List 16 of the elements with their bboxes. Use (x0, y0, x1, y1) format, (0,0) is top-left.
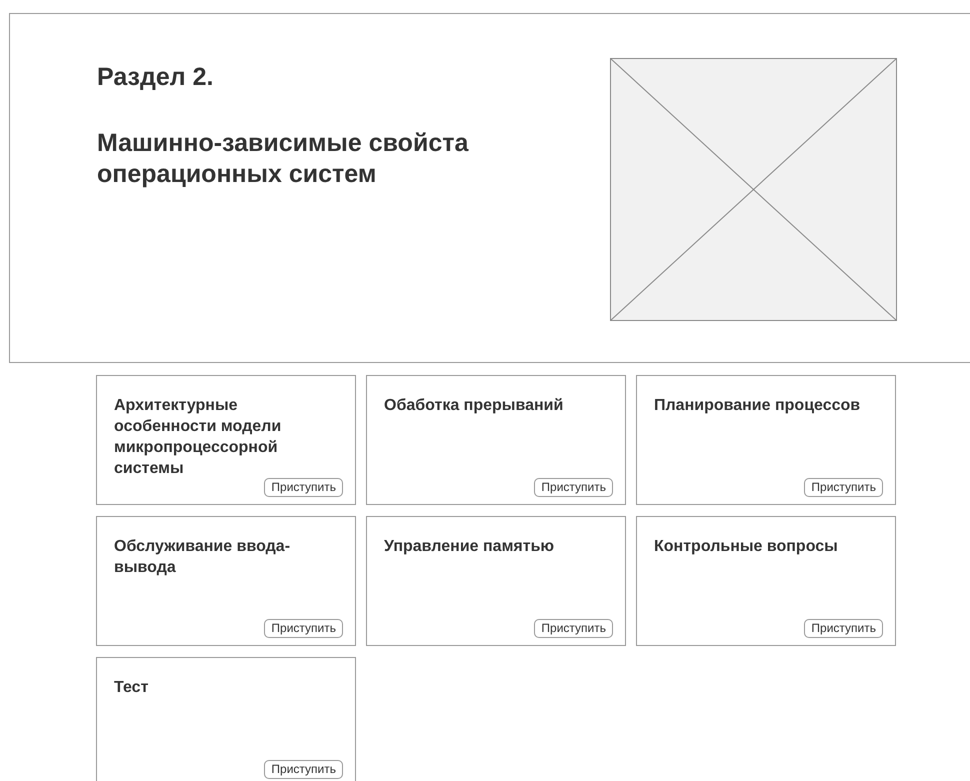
card-title: Контрольные вопросы (654, 537, 839, 557)
card-title: Архитектурные особенности модели микропроцессорной системы (114, 396, 282, 479)
card-title: Тест (114, 678, 150, 698)
start-button[interactable]: Приступить (534, 619, 613, 638)
section-title: Машинно-зависимые свойста операционных систем (97, 128, 470, 190)
start-button[interactable]: Приступить (264, 760, 343, 779)
start-button[interactable]: Приступить (264, 619, 343, 638)
section-number: Раздел 2. (97, 62, 214, 92)
card-title: Обслуживание ввода-вывода (114, 537, 292, 578)
start-button[interactable]: Приступить (804, 478, 883, 497)
start-button[interactable]: Приступить (534, 478, 613, 497)
card-title: Обаботка прерываний (384, 396, 564, 416)
card-title: Управление памятью (384, 537, 556, 557)
start-button[interactable]: Приступить (264, 478, 343, 497)
card-title: Планирование процессов (654, 396, 862, 416)
start-button[interactable]: Приступить (804, 619, 883, 638)
